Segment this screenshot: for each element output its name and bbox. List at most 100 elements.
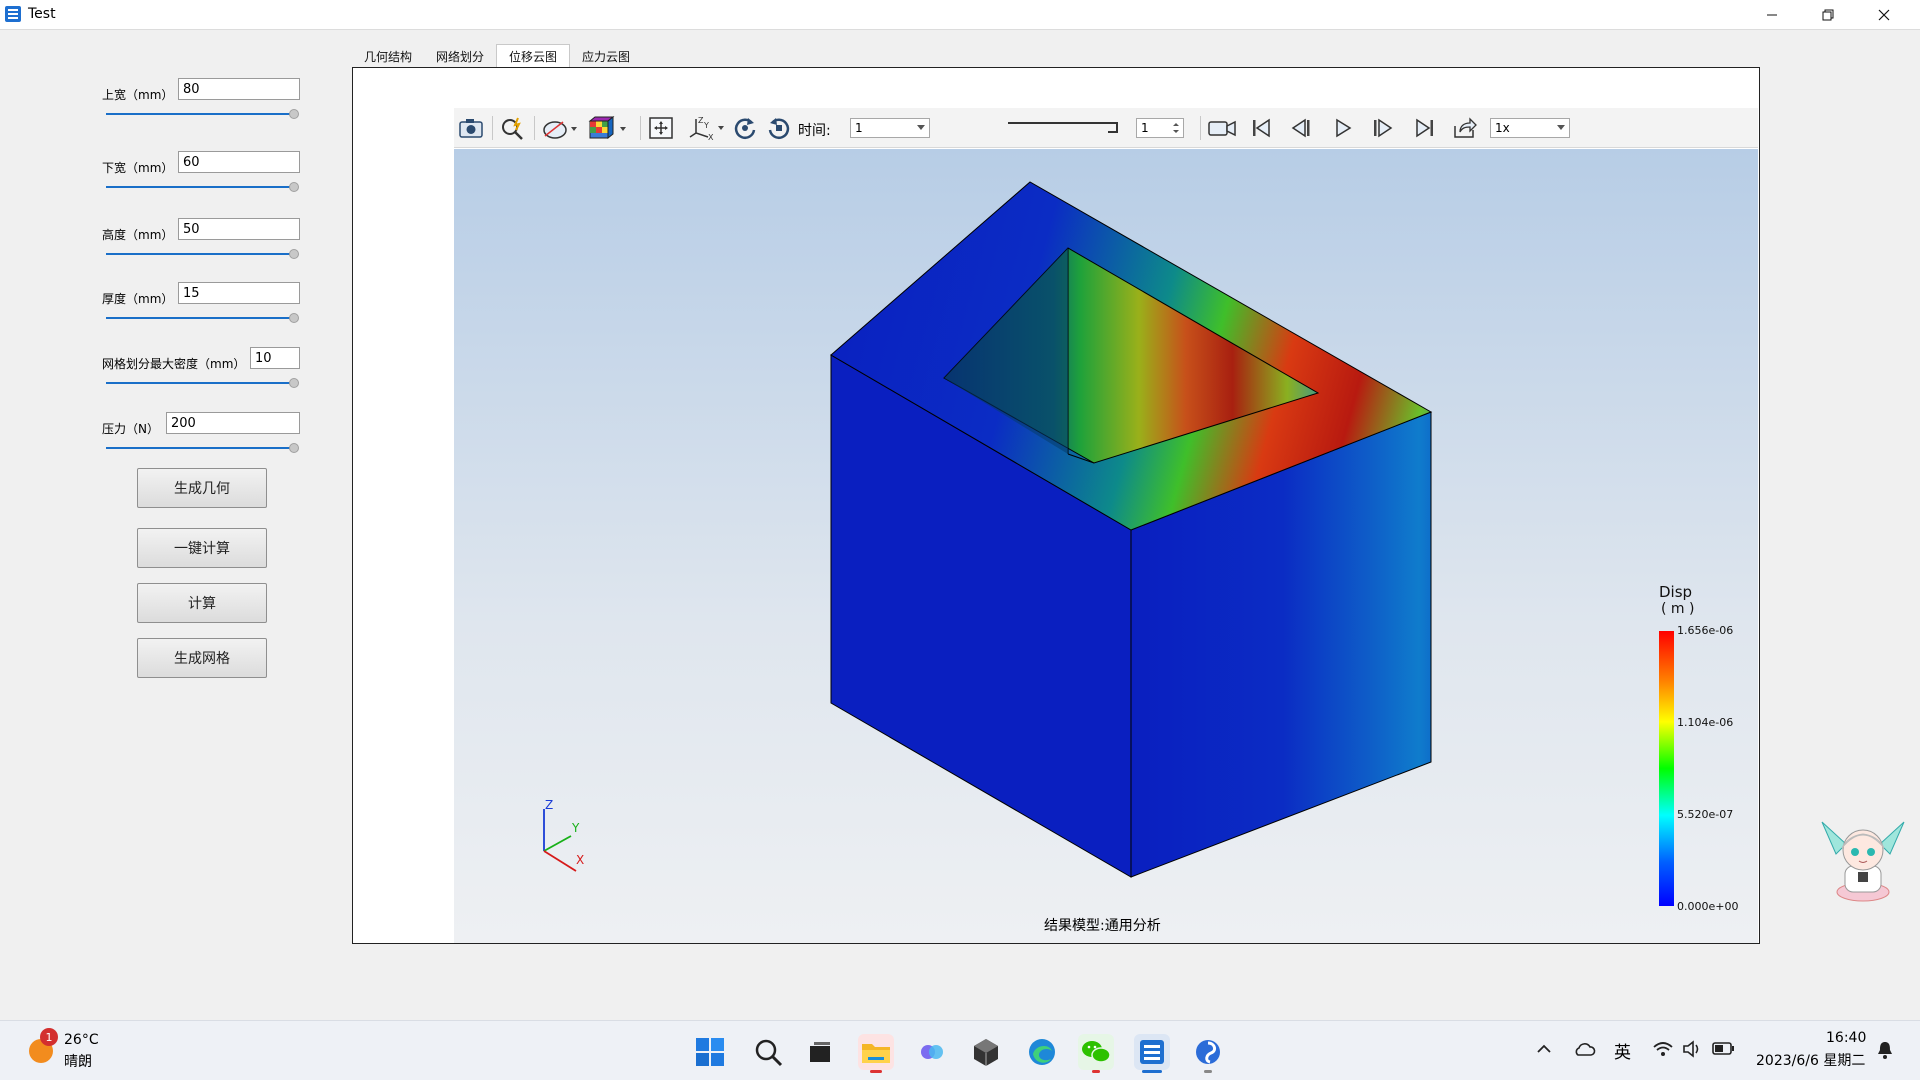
frame-value: 1: [1141, 121, 1149, 135]
volume-icon[interactable]: [1682, 1040, 1704, 1058]
slider-thumb[interactable]: [289, 443, 299, 453]
speed-select[interactable]: 1x: [1490, 118, 1570, 138]
tab-stress[interactable]: 应力云图: [570, 44, 642, 68]
record-video-button[interactable]: [1206, 113, 1240, 143]
display-mode-button[interactable]: [588, 113, 628, 143]
axes-icon: ZYX: [689, 116, 724, 141]
param-label: 上宽（mm）: [102, 88, 174, 102]
tab-displacement[interactable]: 位移云图: [496, 44, 571, 68]
cloud-icon[interactable]: [1572, 1040, 1596, 1058]
svg-text:Y: Y: [703, 121, 709, 130]
notification-bell-icon[interactable]: [1876, 1040, 1894, 1060]
search-button[interactable]: [750, 1034, 786, 1070]
pressure-slider[interactable]: [106, 443, 299, 453]
param-mesh-density: 网格划分最大密度（mm）: [102, 345, 302, 395]
rotate-ccw-button[interactable]: [764, 113, 794, 143]
chevron-down-icon: [917, 125, 925, 130]
file-explorer-button[interactable]: [858, 1034, 894, 1070]
last-frame-button[interactable]: [1410, 113, 1440, 143]
thickness-input[interactable]: [178, 282, 300, 304]
start-button[interactable]: [692, 1034, 728, 1070]
slider-thumb[interactable]: [289, 249, 299, 259]
compute-button[interactable]: 计算: [137, 583, 267, 623]
desktop-mascot-icon[interactable]: [1818, 814, 1908, 904]
slider-thumb[interactable]: [289, 109, 299, 119]
first-frame-button[interactable]: [1246, 113, 1276, 143]
close-button[interactable]: [1856, 0, 1912, 30]
one-click-compute-button[interactable]: 一键计算: [137, 528, 267, 568]
legend-unit: ( m ): [1661, 601, 1695, 617]
previous-frame-button[interactable]: [1286, 113, 1316, 143]
pick-query-button[interactable]: [498, 113, 528, 143]
play-button[interactable]: [1328, 113, 1358, 143]
generate-mesh-button[interactable]: 生成网格: [137, 638, 267, 678]
top-width-slider[interactable]: [106, 109, 299, 119]
clip-plane-button[interactable]: [540, 113, 580, 143]
step-forward-icon: [1374, 118, 1393, 138]
top-width-input[interactable]: [178, 78, 300, 100]
slider-thumb[interactable]: [289, 378, 299, 388]
time-slider[interactable]: [1008, 120, 1122, 136]
param-top-width: 上宽（mm）: [102, 76, 302, 126]
spin-arrows-icon[interactable]: [1172, 121, 1180, 135]
weather-badge: 1: [40, 1028, 58, 1046]
axis-triad: Z Y X: [543, 798, 584, 872]
axis-view-button[interactable]: ZYX: [688, 113, 728, 143]
swirl-app-icon: [1196, 1040, 1220, 1064]
tab-geometry[interactable]: 几何结构: [352, 44, 424, 68]
axis-z-label: Z: [545, 798, 553, 812]
chevron-up-icon[interactable]: [1536, 1042, 1552, 1056]
task-view-button[interactable]: [802, 1034, 838, 1070]
close-icon: [1878, 9, 1890, 21]
edge-browser-button[interactable]: [1024, 1034, 1060, 1070]
fit-view-button[interactable]: [646, 113, 676, 143]
fit-view-icon: [649, 117, 673, 139]
test-app-button[interactable]: [1134, 1034, 1170, 1070]
screenshot-button[interactable]: [456, 113, 486, 143]
task-view-icon: [810, 1042, 830, 1062]
magnifier-icon: [502, 117, 523, 140]
bottom-width-slider[interactable]: [106, 182, 299, 192]
copilot-button[interactable]: [914, 1034, 950, 1070]
battery-icon[interactable]: [1712, 1041, 1736, 1057]
legend-title: Disp: [1659, 583, 1693, 601]
tab-mesh[interactable]: 网络划分: [424, 44, 496, 68]
3d-viewport[interactable]: Z Y X Disp ( m ) 1.656e-06 1.104e-06 5.5…: [454, 149, 1758, 943]
title-bar: Test: [0, 0, 1920, 30]
frame-spinbox[interactable]: 1: [1136, 118, 1184, 138]
edge-icon: [1029, 1039, 1055, 1065]
next-frame-button[interactable]: [1368, 113, 1398, 143]
unity-hub-button[interactable]: [968, 1034, 1004, 1070]
clock-date[interactable]: 2023/6/6 星期二: [1756, 1050, 1865, 1070]
param-label: 压力（N）: [102, 422, 159, 436]
restore-button[interactable]: [1800, 0, 1856, 30]
generate-geometry-button[interactable]: 生成几何: [137, 468, 267, 508]
clip-plane-icon: [543, 121, 577, 139]
qq-button[interactable]: [1190, 1034, 1226, 1070]
time-select[interactable]: 1: [850, 118, 930, 138]
weather-widget[interactable]: 1 26°C 晴朗: [24, 1028, 134, 1072]
pressure-input[interactable]: [166, 412, 300, 434]
app-icon: [5, 6, 21, 22]
slider-thumb[interactable]: [289, 313, 299, 323]
mesh-density-input[interactable]: [250, 347, 300, 369]
taskbar: [0, 1020, 1920, 1080]
clock-time[interactable]: 16:40: [1826, 1030, 1866, 1046]
mesh-density-slider[interactable]: [106, 378, 299, 388]
thickness-slider[interactable]: [106, 313, 299, 323]
ime-indicator[interactable]: 英: [1614, 1038, 1631, 1063]
height-slider[interactable]: [106, 249, 299, 259]
rotate-cw-button[interactable]: [730, 113, 760, 143]
bottom-width-input[interactable]: [178, 151, 300, 173]
slider-thumb[interactable]: [289, 182, 299, 192]
time-select-value: 1: [855, 121, 863, 135]
export-button[interactable]: [1450, 113, 1480, 143]
wifi-icon[interactable]: [1652, 1040, 1674, 1058]
cube-app-icon: [974, 1039, 998, 1066]
minimize-button[interactable]: [1744, 0, 1800, 30]
export-icon: [1454, 117, 1477, 138]
wechat-button[interactable]: [1078, 1034, 1114, 1070]
wechat-icon: [1082, 1041, 1111, 1063]
legend-colorbar: [1659, 631, 1674, 906]
height-input[interactable]: [178, 218, 300, 240]
